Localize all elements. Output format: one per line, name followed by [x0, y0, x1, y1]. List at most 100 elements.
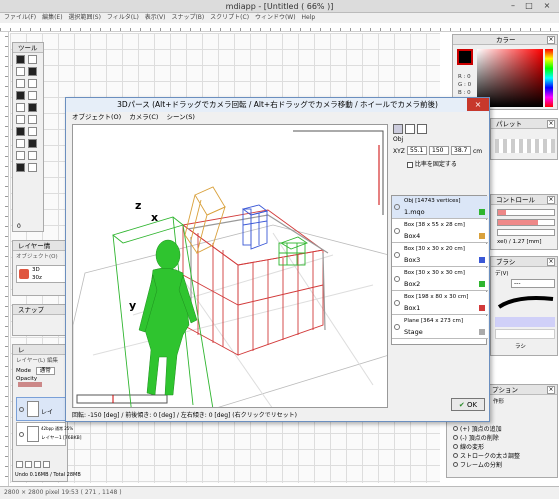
brush-selected[interactable] [495, 317, 555, 327]
object-row[interactable]: Box [38 x 55 x 28 cm] Box4 [392, 220, 488, 243]
menu-filter[interactable]: フィルタ(L) [107, 14, 139, 21]
y-input[interactable]: 150 [429, 146, 449, 155]
brush-panel: ブラシ × デ(V) --- ラシ [490, 256, 558, 356]
3d-viewport[interactable]: z x y [72, 124, 388, 408]
radio-icon[interactable] [453, 444, 458, 449]
new-layer-icon[interactable] [16, 461, 23, 468]
menu-help[interactable]: Help [302, 14, 316, 21]
layer-info-object-menu[interactable]: オブジェクト(O) [13, 251, 67, 261]
option-item[interactable]: (+) 頂点の追加 [453, 425, 520, 434]
ellipse-tool-icon[interactable] [28, 79, 37, 88]
eye-icon[interactable] [394, 300, 400, 306]
opacity-slider[interactable] [497, 219, 555, 226]
move-tool-icon[interactable] [16, 103, 25, 112]
blur-tool-icon[interactable] [16, 151, 25, 160]
object-row[interactable]: Box [30 x 30 x 30 cm] Box2 [392, 268, 488, 291]
palette-swatches[interactable] [495, 139, 555, 153]
tool-panel: ツール 0 [12, 42, 44, 232]
star-tool-icon[interactable] [16, 163, 25, 172]
brush-dropdown[interactable]: --- [511, 279, 555, 288]
rect-tool-icon[interactable] [16, 79, 25, 88]
lasso-tool-icon[interactable] [16, 91, 25, 100]
select-tool-icon[interactable] [28, 91, 37, 100]
mode-select[interactable]: 通常 [35, 367, 55, 375]
dialog-menu-object[interactable]: オブジェクト(O) [72, 113, 121, 121]
cut-tool-icon[interactable] [28, 163, 37, 172]
pen-tool-icon[interactable] [16, 55, 25, 64]
eraser-tool-icon[interactable] [28, 55, 37, 64]
hand-tool-icon[interactable] [16, 115, 25, 124]
menu-window[interactable]: ウィンドウ(W) [255, 14, 296, 21]
minimize-button[interactable]: – [505, 1, 521, 11]
option-item[interactable]: 線の変形 [453, 443, 520, 452]
rotate-tool-icon[interactable] [405, 124, 415, 134]
menu-file[interactable]: ファイル(F) [4, 14, 36, 21]
eye-icon[interactable] [394, 252, 400, 258]
dialog-close-button[interactable]: × [467, 98, 489, 111]
radio-icon[interactable] [453, 435, 458, 440]
option-item[interactable]: (-) 頂点の削除 [453, 434, 520, 443]
close-button[interactable]: × [537, 1, 557, 11]
maximize-button[interactable]: □ [521, 1, 537, 11]
z-input[interactable]: 38.7 [451, 146, 471, 155]
dialog-menu-scene[interactable]: シーン(S) [166, 113, 194, 121]
close-icon[interactable]: × [547, 36, 555, 44]
size-slider[interactable] [497, 209, 555, 216]
hue-slider[interactable] [545, 49, 553, 107]
close-icon[interactable]: × [547, 258, 555, 266]
copy-layer-icon[interactable] [25, 461, 32, 468]
opacity-slider[interactable] [18, 382, 42, 387]
brush-item[interactable] [495, 329, 555, 339]
option-item[interactable]: フレームの分割 [453, 461, 520, 470]
move-tool-icon[interactable] [393, 124, 403, 134]
x-input[interactable]: 55.1 [407, 146, 427, 155]
object-row[interactable]: Box [30 x 30 x 20 cm] Box3 [392, 244, 488, 267]
zoom-tool-icon[interactable] [28, 103, 37, 112]
eye-icon[interactable] [394, 228, 400, 234]
close-icon[interactable]: × [547, 120, 555, 128]
radio-icon[interactable] [453, 462, 458, 467]
menu-select[interactable]: 選択範囲(S) [68, 14, 101, 21]
gradient-tool-icon[interactable] [28, 139, 37, 148]
curve-tool-icon[interactable] [28, 127, 37, 136]
line-tool-icon[interactable] [16, 127, 25, 136]
dialog-title: 3Dパース (Alt+ドラッグでカメラ回転 / Alt+右ドラッグでカメラ移動 … [117, 100, 438, 109]
merge-layer-icon[interactable] [34, 461, 41, 468]
smudge-tool-icon[interactable] [28, 151, 37, 160]
text-tool-icon[interactable] [28, 115, 37, 124]
layer-menu[interactable]: レイヤー(L) [16, 358, 45, 364]
menu-snap[interactable]: スナップ(B) [171, 14, 204, 21]
brush-tool-icon[interactable] [16, 67, 25, 76]
menu-script[interactable]: スクリプト(C) [210, 14, 249, 21]
keep-ratio-checkbox[interactable] [407, 161, 413, 168]
close-icon[interactable]: × [547, 386, 555, 394]
blend-slider[interactable] [497, 229, 555, 236]
eye-icon[interactable] [19, 432, 24, 437]
layer-info-item[interactable]: 3D 30z [16, 265, 66, 283]
eye-icon[interactable] [394, 324, 400, 330]
scale-tool-icon[interactable] [417, 124, 427, 134]
layer-edit-menu[interactable]: 編集 [47, 358, 58, 364]
menu-edit[interactable]: 編集(E) [42, 14, 62, 21]
dialog-menu-camera[interactable]: カメラ(C) [129, 113, 158, 121]
ok-button[interactable]: ✔ OK [451, 398, 485, 411]
radio-icon[interactable] [453, 453, 458, 458]
foreground-color-swatch[interactable] [457, 49, 473, 65]
object-row[interactable]: Plane [364 x 273 cm] Stage [392, 316, 488, 339]
delete-layer-icon[interactable] [43, 461, 50, 468]
layer-row[interactable]: レイ [16, 397, 66, 421]
object-row[interactable]: Obj [14743 vertices] 1.mqo [392, 196, 488, 219]
option-sub: 作形 [493, 399, 505, 405]
picker-tool-icon[interactable] [16, 139, 25, 148]
brush-mode[interactable]: デ(V) [495, 269, 509, 277]
radio-icon[interactable] [453, 426, 458, 431]
close-icon[interactable]: × [547, 196, 555, 204]
eye-icon[interactable] [394, 276, 400, 282]
fill-tool-icon[interactable] [28, 67, 37, 76]
menu-view[interactable]: 表示(V) [145, 14, 166, 21]
layer-row[interactable]: 42bpp 通常 25% レイヤー1 [76BKB] [16, 422, 82, 446]
object-row[interactable]: Box [198 x 80 x 30 cm] Box1 [392, 292, 488, 315]
eye-icon[interactable] [394, 204, 400, 210]
eye-icon[interactable] [19, 407, 24, 412]
option-item[interactable]: ストロークの太さ調整 [453, 452, 520, 461]
